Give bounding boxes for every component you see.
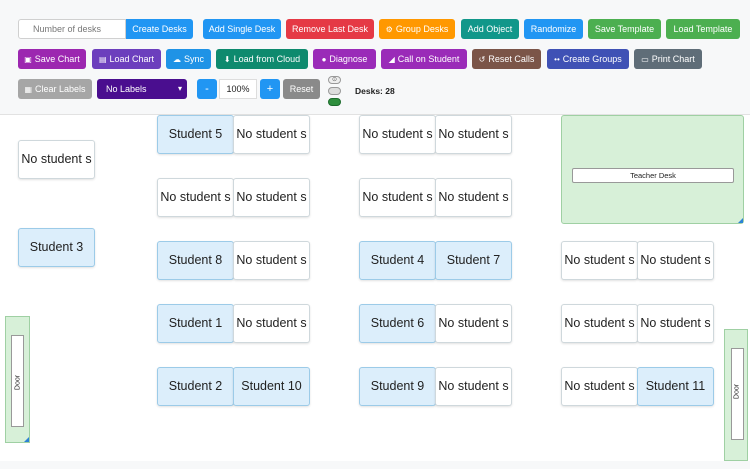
diagnose-button[interactable]: ● Diagnose (313, 49, 376, 69)
zoom-in-button[interactable]: + (260, 79, 280, 99)
desk[interactable]: Student 8 (157, 241, 234, 280)
view-toggle-3[interactable] (328, 98, 341, 106)
group-desks-label: Group Desks (395, 24, 449, 34)
desk[interactable]: No student s (561, 304, 638, 343)
desk[interactable]: No student s (435, 178, 512, 217)
teacher-desk[interactable]: Teacher Desk (572, 168, 734, 183)
desk-count-label: Desks: 28 (355, 86, 395, 96)
label-select[interactable]: No Labels ▾ (97, 79, 187, 99)
load-from-cloud-button[interactable]: ⬇ Load from Cloud (216, 49, 308, 69)
randomize-button[interactable]: Randomize (524, 19, 583, 39)
desk[interactable]: Student 4 (359, 241, 436, 280)
print-chart-label: Print Chart (651, 54, 695, 64)
desk[interactable]: Student 9 (359, 367, 436, 406)
users-icon: •• (554, 55, 560, 64)
desk[interactable]: No student s (435, 304, 512, 343)
teacher-desk-zone[interactable]: Teacher Desk (561, 115, 744, 224)
create-desks-button[interactable]: Create Desks (126, 19, 193, 39)
cloud-icon: ☁ (172, 55, 181, 64)
desk[interactable]: Student 10 (233, 367, 310, 406)
desk[interactable]: No student s (359, 115, 436, 154)
door-left-label: Door (14, 374, 22, 391)
clear-labels-button[interactable]: ▦ Clear Labels (18, 79, 92, 99)
save-icon: ▣ (24, 55, 32, 64)
save-chart-button[interactable]: ▣ Save Chart (18, 49, 86, 69)
desk[interactable]: Student 2 (157, 367, 234, 406)
resize-handle-icon[interactable] (24, 437, 29, 442)
add-object-button[interactable]: Add Object (461, 19, 519, 39)
view-toggle-2[interactable] (328, 87, 341, 95)
desk[interactable]: No student s (233, 241, 310, 280)
desk[interactable]: No student s (561, 241, 638, 280)
door-left-zone[interactable]: Door (5, 316, 30, 443)
load-template-button[interactable]: Load Template (666, 19, 740, 39)
desk[interactable]: No student s (637, 241, 714, 280)
call-on-student-label: Call on Student (397, 54, 460, 64)
desk[interactable]: No student s (157, 178, 234, 217)
save-chart-label: Save Chart (34, 54, 80, 64)
download-icon: ⬇ (223, 55, 231, 64)
clear-icon: ▦ (24, 85, 33, 94)
group-icon: ⚙ (385, 25, 393, 34)
door-right-zone[interactable]: Door (724, 329, 748, 461)
desk[interactable]: No student s (233, 304, 310, 343)
sync-button[interactable]: ☁ Sync (166, 49, 211, 69)
desk[interactable]: No student s (435, 367, 512, 406)
desk[interactable]: Student 1 (157, 304, 234, 343)
zoom-reset-button[interactable]: Reset (283, 79, 320, 99)
zoom-out-button[interactable]: - (197, 79, 217, 99)
reset-calls-button[interactable]: ↺ Reset Calls (472, 49, 541, 69)
desk[interactable]: No student s (359, 178, 436, 217)
resize-handle-icon[interactable] (738, 218, 743, 223)
reset-calls-label: Reset Calls (488, 54, 535, 64)
desk[interactable]: Student 11 (637, 367, 714, 406)
group-desks-button[interactable]: ⚙ Group Desks (379, 19, 455, 39)
door-right-label: Door (733, 383, 741, 400)
reset-icon: ↺ (478, 55, 486, 64)
megaphone-icon: ◢ (388, 55, 395, 64)
view-toggle-1[interactable]: ⊙ (328, 76, 341, 84)
desk[interactable]: No student s (233, 115, 310, 154)
printer-icon: ▭ (641, 55, 649, 64)
zoom-level-display: 100% (219, 79, 257, 99)
sync-label: Sync (183, 54, 204, 64)
desk[interactable]: No student s (18, 140, 95, 179)
load-chart-label: Load Chart (109, 54, 155, 64)
load-chart-button[interactable]: ▤ Load Chart (92, 49, 161, 69)
desk[interactable]: Student 3 (18, 228, 95, 267)
diagnose-label: Diagnose (329, 54, 368, 64)
desk[interactable]: No student s (233, 178, 310, 217)
chevron-down-icon: ▾ (177, 84, 182, 93)
create-groups-button[interactable]: •• Create Groups (547, 49, 629, 69)
desk[interactable]: Student 6 (359, 304, 436, 343)
add-single-desk-button[interactable]: Add Single Desk (203, 19, 281, 39)
desk[interactable]: Student 7 (435, 241, 512, 280)
label-select-value: No Labels (106, 84, 147, 94)
view-toggle-group: ⊙ (328, 76, 342, 108)
call-on-student-button[interactable]: ◢ Call on Student (381, 49, 467, 69)
desk-count-input[interactable]: Number of desks (18, 19, 126, 39)
create-groups-label: Create Groups (562, 54, 622, 64)
desk[interactable]: No student s (561, 367, 638, 406)
print-chart-button[interactable]: ▭ Print Chart (634, 49, 702, 69)
desk[interactable]: No student s (435, 115, 512, 154)
remove-last-desk-button[interactable]: Remove Last Desk (286, 19, 374, 39)
save-template-button[interactable]: Save Template (588, 19, 661, 39)
desk[interactable]: Student 5 (157, 115, 234, 154)
clear-labels-label: Clear Labels (35, 84, 86, 94)
load-from-cloud-label: Load from Cloud (233, 54, 301, 64)
desk[interactable]: No student s (637, 304, 714, 343)
folder-icon: ▤ (98, 55, 107, 64)
diagnose-icon: ● (321, 55, 327, 64)
